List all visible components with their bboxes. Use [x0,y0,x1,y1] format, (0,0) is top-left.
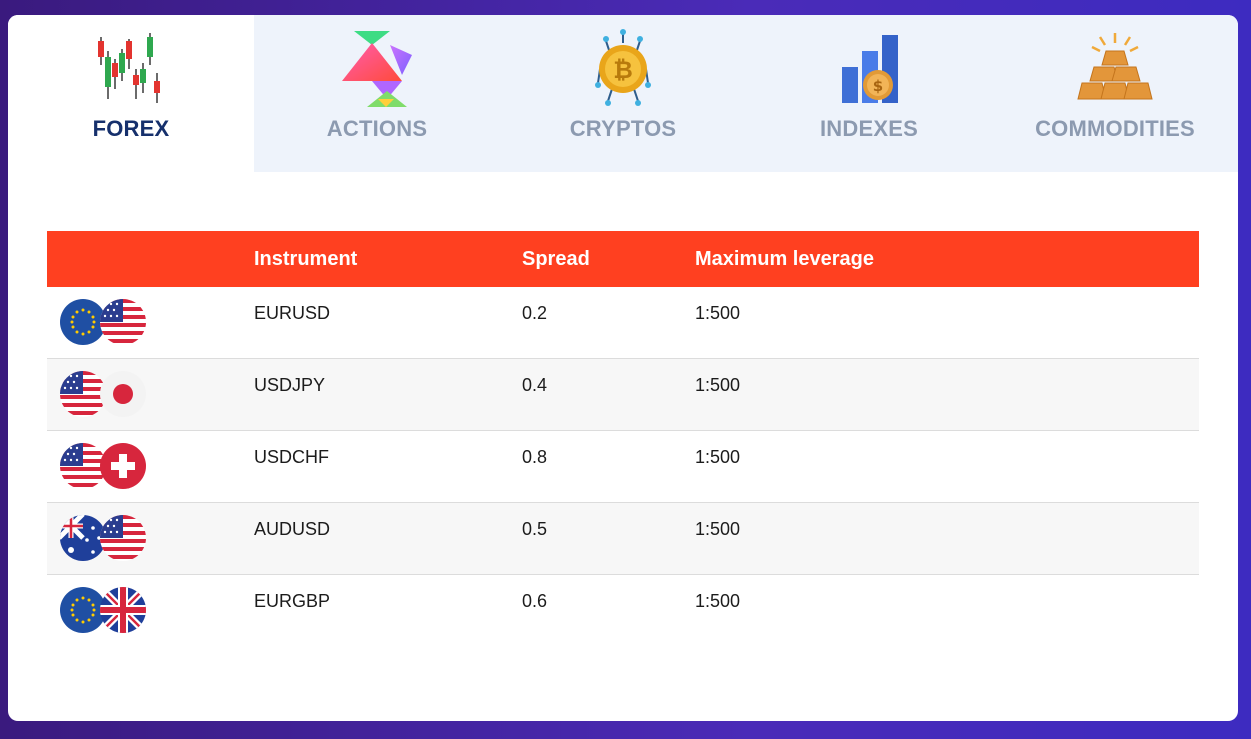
au-us-flags-icon [60,515,146,561]
header-instrument: Instrument [254,248,358,270]
tab-indexes[interactable]: $ INDEXES [746,15,992,172]
svg-text:$: $ [873,77,883,95]
table-row: AUDUSD 0.5 1:500 [47,503,1199,575]
instrument-cell: EURGBP [254,591,331,611]
candlestick-chart-icon [98,33,160,103]
instrument-cell: AUDUSD [254,519,331,539]
bitcoin-icon: ₿ [595,29,651,106]
table-row: EURUSD 0.2 1:500 [47,287,1199,359]
leverage-cell: 1:500 [695,375,741,395]
eu-us-flags-icon [60,299,146,345]
tab-actions[interactable]: ACTIONS [254,15,500,172]
tab-label: INDEXES [820,116,918,141]
spread-cell: 0.2 [522,303,548,323]
header-spread: Spread [522,248,590,270]
tab-commodities[interactable]: COMMODITIES [992,15,1238,172]
leverage-cell: 1:500 [695,519,741,539]
us-ch-flags-icon [60,443,146,489]
leverage-cell: 1:500 [695,591,741,611]
table-row: USDCHF 0.8 1:500 [47,431,1199,503]
spread-cell: 0.8 [522,447,548,467]
tab-forex[interactable]: FOREX [8,15,254,172]
spread-cell: 0.4 [522,375,548,395]
category-tabs: FOREX ACTIONS ₿ CRYPTOS $ INDEXES COMMOD… [8,15,1238,172]
gold-bars-icon [1077,33,1153,100]
tab-label: ACTIONS [326,116,428,141]
table-header: Instrument Spread Maximum leverage [47,231,1199,287]
spread-cell: 0.6 [522,591,548,611]
triangles-icon [342,31,412,107]
leverage-cell: 1:500 [695,303,741,323]
us-jp-flags-icon [60,371,146,417]
header-leverage: Maximum leverage [695,248,874,270]
tab-label: CRYPTOS [569,116,677,141]
instrument-cell: USDCHF [254,447,329,467]
spread-cell: 0.5 [522,519,548,539]
instruments-table: Instrument Spread Maximum leverage EURUS… [47,231,1199,646]
tab-label: COMMODITIES [1035,116,1195,141]
tab-label: FOREX [92,116,170,141]
instrument-cell: USDJPY [254,375,326,395]
eu-gb-flags-icon [60,587,146,633]
bar-chart-coin-icon: $ [842,35,898,103]
instrument-cell: EURUSD [254,303,331,323]
tab-cryptos[interactable]: ₿ CRYPTOS [500,15,746,172]
table-row: EURGBP 0.6 1:500 [47,575,1199,646]
table-row: USDJPY 0.4 1:500 [47,359,1199,431]
leverage-cell: 1:500 [695,447,741,467]
instruments-card: FOREX ACTIONS ₿ CRYPTOS $ INDEXES COMMOD… [8,15,1238,721]
svg-text:₿: ₿ [613,56,633,84]
